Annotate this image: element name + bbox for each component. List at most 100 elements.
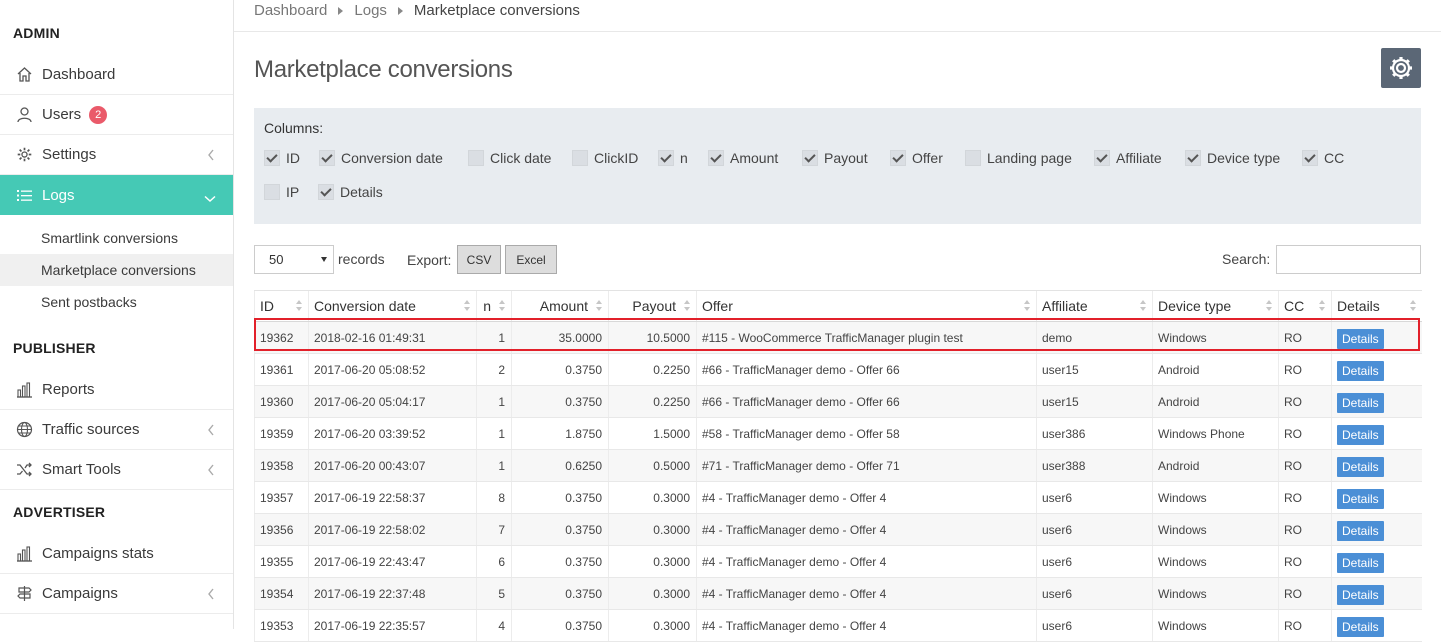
column-header-n[interactable]: n (476, 290, 512, 322)
breadcrumb-item-logs[interactable]: Logs (354, 0, 387, 22)
home-icon (15, 66, 33, 84)
breadcrumb-item-dashboard[interactable]: Dashboard (254, 0, 327, 22)
sidebar-subitem-smartlink-conversions[interactable]: Smartlink conversions (0, 222, 233, 254)
checkbox-checked[interactable] (802, 150, 818, 166)
cell-id: 19354 (254, 577, 309, 610)
column-toggle-label: Affiliate (1116, 150, 1162, 166)
sidebar-item-settings[interactable]: Settings (0, 135, 233, 175)
cell-n: 1 (476, 449, 512, 482)
column-header-device-type[interactable]: Device type (1152, 290, 1279, 322)
checkbox-checked[interactable] (1302, 150, 1318, 166)
checkbox-unchecked[interactable] (965, 150, 981, 166)
checkbox-checked[interactable] (1185, 150, 1201, 166)
column-toggle-label: Details (340, 184, 383, 200)
column-toggle-cc[interactable]: CC (1302, 148, 1344, 168)
caret-right-icon (397, 7, 403, 15)
sidebar-subitem-sent-postbacks[interactable]: Sent postbacks (0, 286, 233, 318)
cell-id: 19357 (254, 481, 309, 514)
column-toggle-device-type[interactable]: Device type (1185, 148, 1280, 168)
column-header-cc[interactable]: CC (1278, 290, 1332, 322)
sidebar-item-logs[interactable]: Logs (0, 175, 233, 215)
checkbox-checked[interactable] (658, 150, 674, 166)
column-header-conversion-date[interactable]: Conversion date (308, 290, 477, 322)
search-input[interactable] (1276, 245, 1421, 274)
sidebar-item-dashboard[interactable]: Dashboard (0, 55, 233, 95)
table-row: 19362 2018-02-16 01:49:31 1 35.0000 10.5000 #… (254, 321, 1422, 354)
column-header-affiliate[interactable]: Affiliate (1036, 290, 1153, 322)
cell-affiliate: user386 (1036, 417, 1153, 450)
column-toggle-ip[interactable]: IP (264, 182, 299, 202)
column-toggle-offer[interactable]: Offer (890, 148, 943, 168)
sidebar-item-campaigns-stats[interactable]: Campaigns stats (0, 534, 233, 574)
sidebar-item-reports[interactable]: Reports (0, 370, 233, 410)
details-button[interactable]: Details (1337, 584, 1384, 605)
column-toggle-landing-page[interactable]: Landing page (965, 148, 1072, 168)
column-header-label: CC (1284, 298, 1305, 314)
export-csv-button[interactable]: CSV (457, 245, 501, 274)
column-toggle-details[interactable]: Details (318, 182, 383, 202)
column-toggle-n[interactable]: n (658, 148, 688, 168)
cell-details: Details (1331, 321, 1422, 354)
cell-payout: 10.5000 (608, 321, 697, 354)
details-button[interactable]: Details (1337, 552, 1384, 573)
column-toggle-click-date[interactable]: Click date (468, 148, 551, 168)
column-header-amount[interactable]: Amount (511, 290, 609, 322)
checkbox-checked[interactable] (890, 150, 906, 166)
section-title-publisher: PUBLISHER (13, 340, 96, 356)
table-row: 19361 2017-06-20 05:08:52 2 0.3750 0.2250 #66… (254, 353, 1422, 386)
settings-button[interactable] (1381, 48, 1421, 88)
column-toggle-clickid[interactable]: ClickID (572, 148, 638, 168)
column-toggle-affiliate[interactable]: Affiliate (1094, 148, 1162, 168)
sidebar-item-traffic-sources[interactable]: Traffic sources (0, 410, 233, 450)
checkbox-checked[interactable] (264, 150, 280, 166)
sidebar-subitem-marketplace-conversions[interactable]: Marketplace conversions (0, 254, 233, 286)
checkbox-checked[interactable] (1094, 150, 1110, 166)
cell-affiliate: demo (1036, 321, 1153, 354)
column-toggle-label: CC (1324, 150, 1345, 166)
details-button[interactable]: Details (1337, 456, 1384, 477)
checkbox-checked[interactable] (708, 150, 724, 166)
sidebar-item-users[interactable]: Users 2 (0, 95, 233, 135)
column-toggle-label: n (680, 150, 688, 166)
details-button[interactable]: Details (1337, 488, 1384, 509)
details-button[interactable]: Details (1337, 616, 1384, 637)
details-button[interactable]: Details (1337, 328, 1384, 349)
column-toggle-label: ID (286, 150, 300, 166)
table-row: 19360 2017-06-20 05:04:17 1 0.3750 0.2250 #66… (254, 385, 1422, 418)
sort-icon (499, 300, 505, 311)
gear-icon (15, 146, 33, 164)
column-header-payout[interactable]: Payout (608, 290, 697, 322)
sidebar-item-smart-tools[interactable]: Smart Tools (0, 450, 233, 490)
sort-icon (464, 300, 470, 311)
checkbox-unchecked[interactable] (264, 184, 280, 200)
column-header-offer[interactable]: Offer (696, 290, 1037, 322)
column-toggle-amount[interactable]: Amount (708, 148, 778, 168)
column-toggle-id[interactable]: ID (264, 148, 300, 168)
checkbox-checked[interactable] (319, 150, 335, 166)
records-per-page-select[interactable]: 50 (254, 245, 334, 274)
details-button[interactable]: Details (1337, 360, 1384, 381)
export-excel-button[interactable]: Excel (505, 245, 557, 274)
cell-amount: 0.3750 (511, 609, 609, 642)
column-header-label: Device type (1158, 298, 1232, 314)
cell-n: 5 (476, 577, 512, 610)
details-button[interactable]: Details (1337, 424, 1384, 445)
sort-icon (1140, 300, 1146, 311)
details-button[interactable]: Details (1337, 520, 1384, 541)
cell-affiliate: user6 (1036, 481, 1153, 514)
column-header-id[interactable]: ID (254, 290, 309, 322)
column-toggle-conversion-date[interactable]: Conversion date (319, 148, 443, 168)
cell-offer: #66 - TrafficManager demo - Offer 66 (696, 385, 1037, 418)
checkbox-unchecked[interactable] (468, 150, 484, 166)
cell-cc: RO (1278, 353, 1332, 386)
cell-payout: 0.3000 (608, 545, 697, 578)
table-row: 19355 2017-06-19 22:43:47 6 0.3750 0.3000 #4 … (254, 545, 1422, 578)
checkbox-unchecked[interactable] (572, 150, 588, 166)
cell-conversion-date: 2017-06-19 22:58:02 (308, 513, 477, 546)
column-header-label: Payout (632, 298, 676, 314)
column-toggle-payout[interactable]: Payout (802, 148, 868, 168)
details-button[interactable]: Details (1337, 392, 1384, 413)
sidebar-item-campaigns[interactable]: Campaigns (0, 574, 233, 614)
column-header-details[interactable]: Details (1331, 290, 1422, 322)
checkbox-checked[interactable] (318, 184, 334, 200)
